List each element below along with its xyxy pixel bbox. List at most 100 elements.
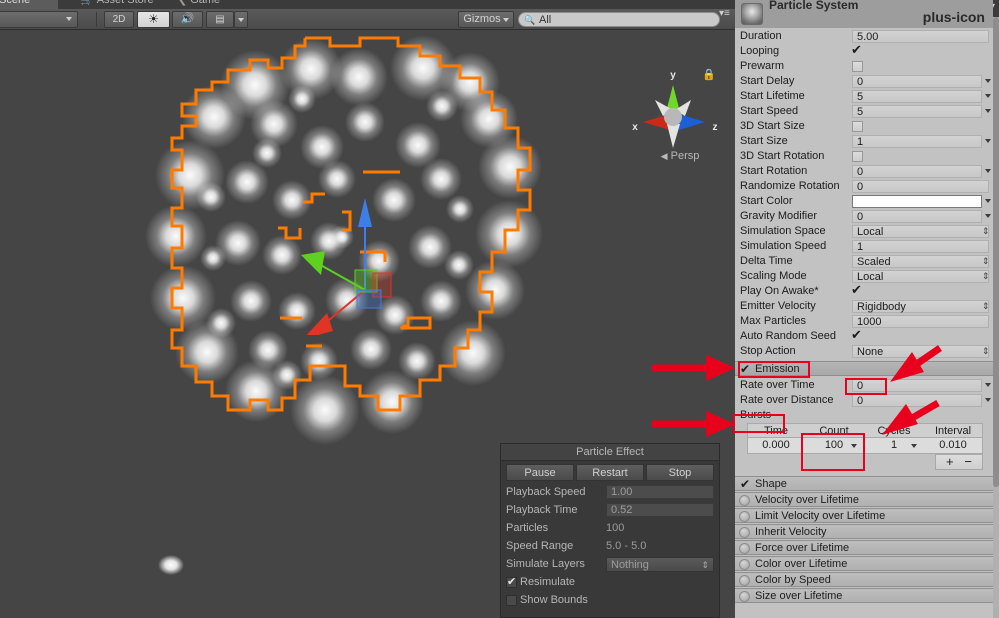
start-size-input[interactable]: 1 [852, 135, 982, 148]
draw-mode-dropdown[interactable]: ded [0, 11, 78, 28]
rate-over-time-input[interactable]: 0 [852, 379, 982, 392]
chevron-down-icon[interactable] [985, 199, 991, 203]
chevron-down-icon[interactable] [985, 139, 991, 143]
chevron-down-icon [503, 18, 509, 22]
emitter-velocity-dropdown[interactable]: Rigidbody [852, 300, 989, 313]
particles-value: 100 [606, 522, 625, 534]
chevron-down-icon[interactable] [851, 444, 857, 448]
burst-interval-cell[interactable]: 0.010 [924, 438, 982, 453]
module-header-emission[interactable]: ✔ Emission [735, 361, 993, 376]
gravity-modifier-input[interactable]: 0 [852, 210, 982, 223]
3d-start-rotation-checkbox[interactable] [852, 151, 863, 162]
audio-toggle-button[interactable]: 🔊 [172, 11, 203, 28]
module-header-shape[interactable]: ✔ Shape [735, 476, 993, 491]
lock-icon[interactable]: 🔒 [702, 68, 716, 81]
burst-time-cell[interactable]: 0.000 [748, 438, 804, 453]
row-simulation-space: Simulation Space Local ⇕ [735, 224, 993, 239]
rate-over-distance-input[interactable]: 0 [852, 394, 982, 407]
show-bounds-checkbox[interactable] [506, 594, 517, 606]
duration-input[interactable]: 5.00 [852, 30, 989, 43]
show-bounds-row[interactable]: Show Bounds [501, 591, 719, 609]
module-header-color-over-lifetime[interactable]: Color over Lifetime [735, 556, 993, 571]
randomize-rotation-input[interactable]: 0 [852, 180, 989, 193]
simulation-space-dropdown[interactable]: Local [852, 225, 989, 238]
resimulate-row[interactable]: Resimulate [501, 573, 719, 591]
add-burst-button[interactable]: + [946, 454, 954, 469]
hamburger-menu-icon[interactable]: ▾≡ [719, 9, 733, 20]
start-lifetime-input[interactable]: 5 [852, 90, 982, 103]
resimulate-checkbox[interactable] [506, 575, 517, 588]
module-header-limit-velocity-over-lifetime[interactable]: Limit Velocity over Lifetime [735, 508, 993, 523]
bursts-add-remove-buttons[interactable]: + − [935, 454, 983, 470]
playback-speed-input[interactable]: 1.00 [606, 485, 714, 499]
gizmos-dropdown[interactable]: Gizmos [458, 11, 514, 28]
scaling-mode-dropdown[interactable]: Local [852, 270, 989, 283]
projection-mode-label[interactable]: ◀ Persp [640, 150, 720, 162]
chevron-down-icon[interactable] [985, 383, 991, 387]
stop-button[interactable]: Stop [646, 464, 714, 481]
scene-view[interactable]: y x z ◀ Persp 🔒 Particle Effect Pause Re… [0, 30, 735, 618]
simulation-speed-input[interactable]: 1 [852, 240, 989, 253]
search-input[interactable]: 🔍 All [518, 12, 720, 27]
chevron-down-icon[interactable] [985, 169, 991, 173]
play-on-awake-checkbox[interactable] [851, 282, 863, 298]
toggle-circle-icon[interactable] [739, 495, 750, 506]
particle-effect-panel: Particle Effect Pause Restart Stop Playb… [500, 443, 720, 618]
remove-burst-button[interactable]: − [964, 454, 972, 469]
chevron-down-icon[interactable] [985, 398, 991, 402]
delta-time-dropdown[interactable]: Scaled [852, 255, 989, 268]
prewarm-checkbox[interactable] [852, 61, 863, 72]
toggle-circle-icon[interactable] [739, 543, 750, 554]
plus-icon[interactable]: plus-icon [923, 10, 985, 24]
size-over-lifetime-label: Size over Lifetime [755, 590, 843, 602]
start-delay-input[interactable]: 0 [852, 75, 982, 88]
row-looping: Looping [735, 42, 993, 59]
stop-action-dropdown[interactable]: None [852, 345, 989, 358]
toggle-circle-icon[interactable] [739, 559, 750, 570]
chevron-down-icon[interactable] [985, 109, 991, 113]
playback-time-input[interactable]: 0.52 [606, 503, 714, 517]
rate-over-distance-label: Rate over Distance [740, 394, 834, 406]
3d-start-size-checkbox[interactable] [852, 121, 863, 132]
looping-checkbox[interactable] [851, 42, 863, 58]
shape-enabled-check[interactable]: ✔ [740, 478, 750, 490]
inspector-scrollbar-thumb[interactable] [993, 17, 999, 487]
toggle-circle-icon[interactable] [739, 511, 750, 522]
chevron-down-icon[interactable] [985, 94, 991, 98]
3d-start-size-label: 3D Start Size [740, 120, 805, 132]
simulate-layers-dropdown[interactable]: Nothing ⇕ [606, 556, 714, 572]
module-header-velocity-over-lifetime[interactable]: Velocity over Lifetime [735, 492, 993, 507]
table-row[interactable]: 0.000 100 1 0.010 [747, 438, 983, 454]
tab-asset-store[interactable]: 🛒 Asset Store [72, 0, 162, 9]
restart-button[interactable]: Restart [576, 464, 644, 481]
tab-scene[interactable]: Scene [0, 0, 58, 9]
transform-gizmo[interactable] [245, 135, 445, 335]
burst-count-cell[interactable]: 100 [804, 438, 864, 453]
toggle-circle-icon[interactable] [739, 575, 750, 586]
pause-button[interactable]: Pause [506, 464, 574, 481]
fx-dropdown-button[interactable] [234, 11, 248, 28]
max-particles-input[interactable]: 1000 [852, 315, 989, 328]
toggle-circle-icon[interactable] [739, 527, 750, 538]
emission-enabled-check[interactable]: ✔ [740, 363, 750, 375]
module-header-color-by-speed[interactable]: Color by Speed [735, 572, 993, 587]
bursts-col-count: Count [819, 425, 849, 437]
chevron-down-icon[interactable] [911, 444, 917, 448]
lighting-toggle-button[interactable]: ☀ [137, 11, 170, 28]
particle-system-icon [741, 3, 763, 25]
tab-game[interactable]: ❮ Game [170, 0, 228, 9]
fx-toggle-button[interactable]: ▤ [206, 11, 234, 28]
start-rotation-input[interactable]: 0 [852, 165, 982, 178]
burst-cycles-cell[interactable]: 1 [864, 438, 924, 453]
chevron-down-icon[interactable] [985, 214, 991, 218]
module-header-size-over-lifetime[interactable]: Size over Lifetime [735, 588, 993, 603]
chevron-down-icon[interactable] [985, 79, 991, 83]
toggle-2d-button[interactable]: 2D [104, 11, 134, 28]
inspector-scrollbar[interactable] [993, 17, 999, 618]
start-color-swatch[interactable] [852, 195, 982, 208]
start-speed-input[interactable]: 5 [852, 105, 982, 118]
toggle-circle-icon[interactable] [739, 591, 750, 602]
module-header-force-over-lifetime[interactable]: Force over Lifetime [735, 540, 993, 555]
auto-random-seed-checkbox[interactable] [851, 327, 863, 343]
module-header-inherit-velocity[interactable]: Inherit Velocity [735, 524, 993, 539]
